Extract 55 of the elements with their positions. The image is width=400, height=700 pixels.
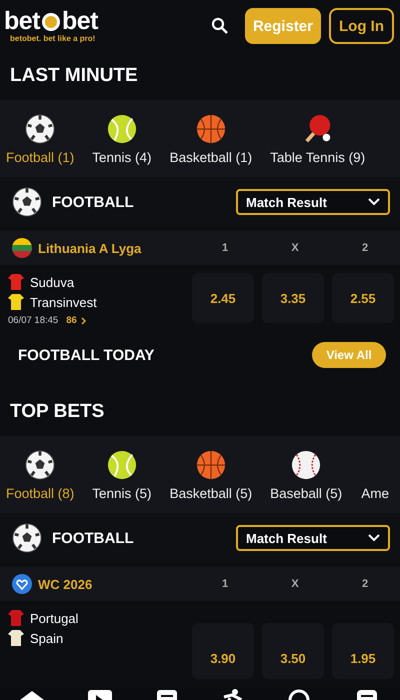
basketball-icon <box>196 114 226 144</box>
football-icon <box>12 187 42 217</box>
market-dropdown[interactable]: Match Result <box>236 189 390 215</box>
chevron-down-icon <box>368 198 380 206</box>
team-name: Spain <box>30 630 64 646</box>
sport-heading: FOOTBALL <box>52 194 135 210</box>
sport-tab[interactable]: Basketball (5) <box>170 450 252 501</box>
football-icon <box>25 114 56 144</box>
odds-button[interactable]: 1.95 <box>332 623 394 679</box>
column-label: 2 <box>360 242 370 254</box>
basketball-icon <box>196 450 226 480</box>
sport-tab[interactable]: Table Tennis (9) <box>270 114 366 165</box>
sport-tab[interactable]: Tennis (4) <box>92 114 152 165</box>
flag-icon <box>12 238 32 258</box>
tennis-ball-icon <box>106 450 137 480</box>
chevron-down-icon <box>368 534 380 542</box>
odds-button[interactable]: 3.90 <box>192 623 254 679</box>
odds-button[interactable]: 2.45 <box>192 273 254 323</box>
table-tennis-paddle-icon <box>302 114 333 144</box>
league-name: WC 2026 <box>38 576 94 592</box>
section-heading: FOOTBALL TODAY <box>18 346 154 364</box>
football-icon <box>12 523 42 553</box>
chevron-right-icon <box>80 316 86 324</box>
team-name: Transinvest <box>30 294 97 310</box>
tournament-icon <box>12 574 32 594</box>
sport-tab[interactable]: Tennis (5) <box>92 450 152 501</box>
column-label: 2 <box>360 578 370 590</box>
more-markets-link[interactable]: 86 <box>66 315 86 326</box>
league-name: Lithuania A Lyga <box>38 240 142 256</box>
login-button[interactable]: Log In <box>329 8 394 44</box>
sport-tab[interactable]: Baseball (5) <box>270 450 342 501</box>
column-label: 1 <box>220 578 230 590</box>
column-label: X <box>290 242 300 254</box>
baseball-icon <box>291 450 322 480</box>
football-icon <box>25 450 56 480</box>
sport-heading: FOOTBALL <box>52 530 135 546</box>
sport-tab[interactable]: Basketball (1) <box>170 114 252 165</box>
search-icon[interactable] <box>210 17 229 35</box>
sport-tab[interactable]: Ame <box>360 450 390 501</box>
team-name: Suduva <box>30 274 74 290</box>
column-label: 1 <box>220 242 230 254</box>
section-title: LAST MINUTE <box>9 64 139 88</box>
match-time: 06/07 18:45 <box>8 315 58 326</box>
logo[interactable]: bet bet <box>4 9 98 34</box>
column-label: X <box>290 578 300 590</box>
team-name: Portugal <box>30 610 78 626</box>
odds-button[interactable]: 2.55 <box>332 273 394 323</box>
tennis-ball-icon <box>106 114 137 144</box>
logo-tagline: betobet. bet like a pro! <box>10 34 96 43</box>
odds-button[interactable]: 3.35 <box>262 273 324 323</box>
market-dropdown[interactable]: Match Result <box>236 525 390 551</box>
sport-tab[interactable]: Football (8) <box>6 450 74 501</box>
odds-button[interactable]: 3.50 <box>262 623 324 679</box>
section-title: TOP BETS <box>9 400 106 424</box>
sport-tab[interactable]: Football (1) <box>6 114 74 165</box>
